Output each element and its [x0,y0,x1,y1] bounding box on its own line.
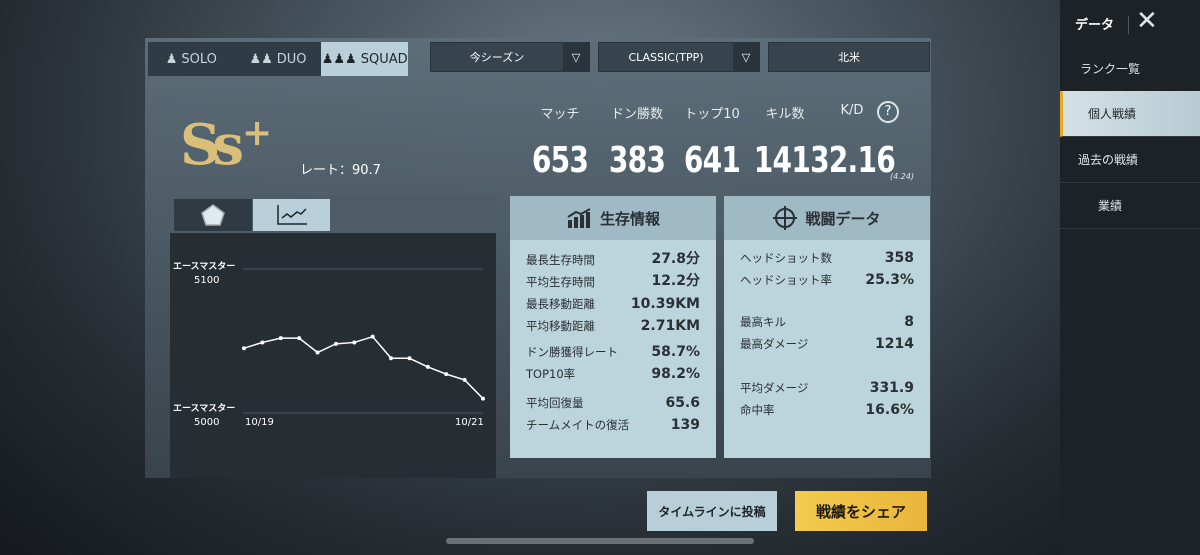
stat-row-label: 最長生存時間 [526,253,595,267]
stat-row: 命中率 16.6% [740,402,914,418]
stat-row-label: 平均移動距離 [526,319,595,333]
stat-label-matches: マッチ [540,107,580,122]
stat-row-label: ヘッドショット率 [740,273,832,287]
stat-row-label: TOP10率 [526,367,576,381]
stat-row-value: 16.6% [865,402,914,418]
stat-row-label: 平均生存時間 [526,275,595,289]
rank-badge: Ss + [180,112,272,178]
radar-tab[interactable] [174,199,252,231]
stat-row-value: 358 [884,250,914,266]
stat-value-kills: 1413 [753,140,830,181]
stat-row: 最長移動距離 10.39KM [526,296,700,312]
survival-title: 生存情報 [599,209,660,228]
sidebar-item-achievements[interactable]: 業績 [1060,183,1200,229]
mode-dropdown[interactable]: CLASSIC(TPP) ▽ [598,42,760,72]
stat-row: ヘッドショット率 25.3% [740,272,914,288]
y-tick-value-bottom: 5000 [194,417,220,428]
y-tick-rank-bottom: エースマスター [173,404,236,414]
tab-squad[interactable]: ♟♟♟ SQUAD [321,42,409,76]
y-tick-rank-top: エースマスター [173,262,236,272]
stat-row: 最高キル 8 [740,314,914,330]
line-chart-tab[interactable] [253,199,330,231]
chevron-down-icon: ▽ [733,43,759,71]
stat-row-value: 98.2% [651,366,700,382]
stat-row: 平均生存時間 12.2分 [526,270,700,290]
stat-row-label: ドン勝獲得レート [526,345,618,359]
combat-panel: 戦闘データ ヘッドショット数 358 ヘッドショット率 25.3% 最高キル 8 最高ダメー… [724,196,930,458]
stat-row: 最高ダメージ 1214 [740,336,914,352]
stat-row-label: チームメイトの復活 [526,418,630,432]
sidebar-item-rank-list[interactable]: ランク一覧 [1060,46,1200,92]
stat-row-value: 12.2分 [651,273,700,289]
y-tick-value-top: 5100 [194,275,220,286]
tab-solo[interactable]: ♟ SOLO [148,42,235,76]
stat-row-value: 25.3% [865,272,914,288]
survival-panel: 生存情報 最長生存時間 27.8分平均生存時間 12.2分最長移動距離 10.39KM… [510,196,716,458]
solo-icon: ♟ [165,51,178,67]
stat-row-value: 8 [904,314,914,330]
season-dropdown[interactable]: 今シーズン ▽ [430,42,590,72]
stat-label-top10: トップ10 [684,107,740,122]
stat-row-label: 最高ダメージ [740,337,809,351]
stat-label-wins: ドン勝数 [610,107,663,122]
rank-rate: レート：90.7 [300,163,381,178]
stat-row: 最長生存時間 27.8分 [526,248,700,268]
close-icon[interactable]: ✕ [1136,6,1158,36]
stat-row-label: ヘッドショット数 [740,251,832,265]
stat-row: 平均移動距離 2.71KM [526,318,700,334]
stat-row: チームメイトの復活 139 [526,417,700,433]
stat-row-value: 2.71KM [640,318,700,334]
mode-tabs: ♟ SOLO ♟♟ DUO ♟♟♟ SQUAD [148,42,409,76]
duo-icon: ♟♟ [249,51,273,67]
help-icon[interactable]: ? [877,101,899,123]
squad-icon: ♟♟♟ [321,51,357,67]
stat-row-label: 最長移動距離 [526,297,595,311]
stat-value-kd: 2.16 [828,140,896,181]
sidebar-item-past-stats[interactable]: 過去の戦績 [1060,137,1200,183]
stat-value-matches: 653 [531,140,589,181]
stat-row-value: 58.7% [651,344,700,360]
stat-row-label: 平均ダメージ [740,381,809,395]
stat-row-label: 命中率 [740,403,775,417]
stat-row-value: 65.6 [665,395,700,411]
kd-sub: (4.24) [890,172,915,181]
rating-chart-panel [170,195,496,478]
sidebar-title: データ [1075,18,1115,33]
divider [1128,16,1129,34]
stat-row: ドン勝獲得レート 58.7% [526,344,700,360]
tab-duo[interactable]: ♟♟ DUO [235,42,322,76]
stat-row: TOP10率 98.2% [526,366,700,382]
stat-row: ヘッドショット数 358 [740,250,914,266]
stat-row: 平均ダメージ 331.9 [740,380,914,396]
stat-row-label: 最高キル [740,315,786,329]
line-chart-icon [276,205,307,225]
x-tick-start: 10/19 [245,417,274,428]
home-indicator [446,538,754,544]
post-timeline-button[interactable]: タイムラインに投稿 [647,491,777,531]
stat-value-wins: 383 [608,140,666,181]
share-stats-button[interactable]: 戦績をシェア [795,491,927,531]
pentagon-icon [201,204,225,226]
stat-row-value: 331.9 [869,380,914,396]
stat-row-label: 平均回復量 [526,396,584,410]
stat-row-value: 27.8分 [651,251,700,267]
stat-row-value: 1214 [875,336,914,352]
stat-value-top10: 641 [683,140,741,181]
x-tick-end: 10/21 [455,417,484,428]
chevron-down-icon: ▽ [563,43,589,71]
sidebar-item-personal-stats[interactable]: 個人戦績 [1060,91,1200,137]
bar-chart-icon [567,208,591,228]
stat-row-value: 139 [670,417,700,433]
stat-row-value: 10.39KM [630,296,700,312]
combat-title: 戦闘データ [805,209,881,228]
stat-row: 平均回復量 65.6 [526,395,700,411]
region-selector[interactable]: 北米 [768,42,930,72]
crosshair-icon [773,206,798,230]
sidebar: データ ✕ ランク一覧 個人戦績 過去の戦績 業績 [1060,0,1200,555]
